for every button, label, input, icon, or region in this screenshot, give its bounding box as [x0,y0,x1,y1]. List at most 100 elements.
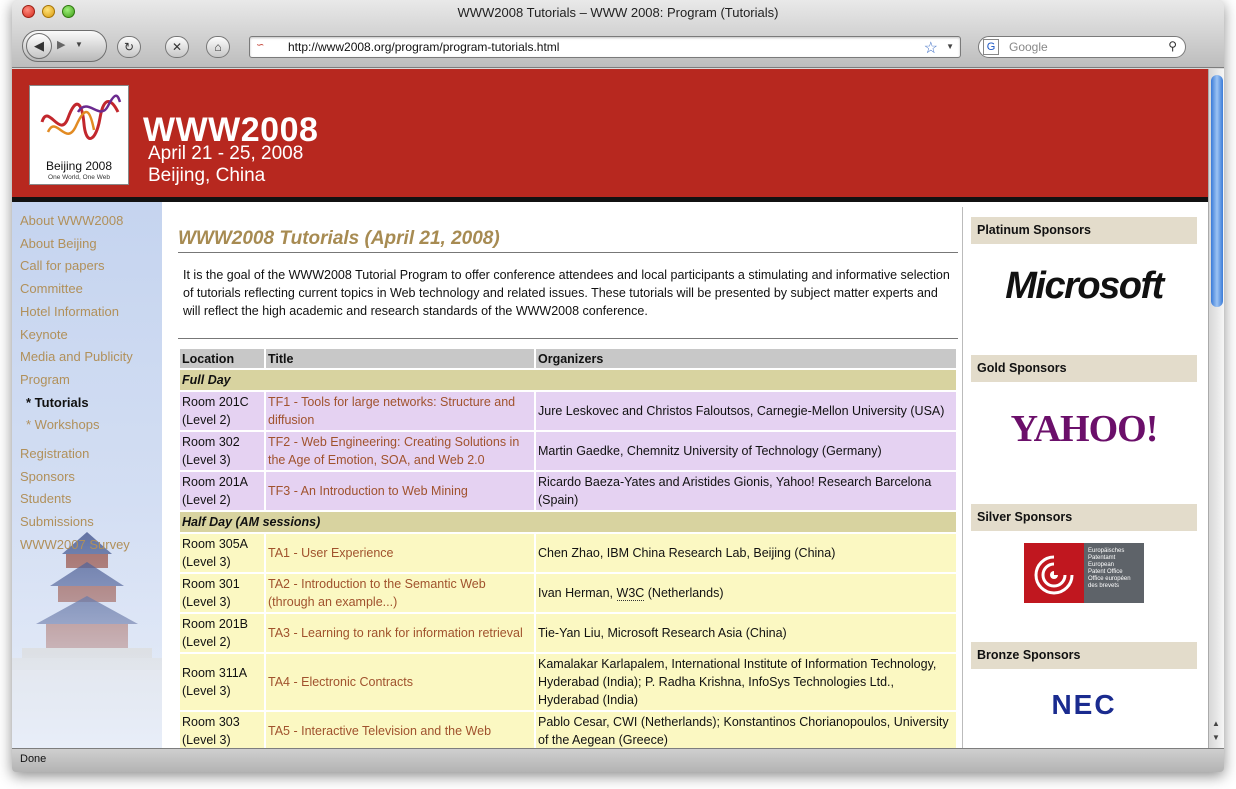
title-divider [178,252,958,253]
organizers-text-suffix: (Netherlands) [644,586,724,600]
nec-logo-text: NEC [1051,689,1117,720]
tutorial-link-ta2[interactable]: TA2 - Introduction to the Semantic Web (… [268,577,486,609]
platinum-sponsors-heading: Platinum Sponsors [971,217,1197,244]
nav-www2007-survey[interactable]: WWW2007 Survey [20,534,133,557]
sidebar-nav: About WWW2008 About Beijing Call for pap… [20,210,133,557]
title-cell: TA4 - Electronic Contracts [266,654,534,710]
history-dropdown-icon[interactable]: ▼ [75,40,83,49]
organizers-cell: Kamalakar Karlapalem, International Inst… [536,654,956,710]
epo-logo-box: Europäisches Patentamt European Patent O… [1024,543,1144,603]
title-cell: TF2 - Web Engineering: Creating Solution… [266,432,534,470]
bronze-sponsors-heading: Bronze Sponsors [971,642,1197,669]
nav-about-beijing[interactable]: About Beijing [20,233,133,256]
nav-tutorials[interactable]: * Tutorials [20,392,133,415]
location-cell: Room 305A (Level 3) [180,534,264,572]
organizers-cell: Ricardo Baeza-Yates and Aristides Gionis… [536,472,956,510]
organizers-cell: Ivan Herman, W3C (Netherlands) [536,574,956,612]
conference-location: Beijing, China [148,165,266,186]
left-sidebar: About WWW2008 About Beijing Call for pap… [12,202,162,748]
site-header: Beijing 2008 One World, One Web WWW2008 … [12,69,1208,197]
nav-program[interactable]: Program [20,369,133,392]
vertical-scrollbar[interactable]: ▲ ▼ [1208,69,1224,748]
logo-city: Beijing 2008 [45,159,113,173]
location-cell: Room 303 (Level 3) [180,712,264,748]
column-header-location: Location [180,349,264,368]
yahoo-logo[interactable]: YAHOO! [971,407,1197,451]
nav-committee[interactable]: Committee [20,278,133,301]
organizers-cell: Chen Zhao, IBM China Research Lab, Beiji… [536,534,956,572]
microsoft-logo[interactable]: Microsoft [971,265,1197,308]
address-bar[interactable]: ∽ http://www2008.org/program/program-tut… [249,36,961,58]
title-cell: TA2 - Introduction to the Semantic Web (… [266,574,534,612]
status-text: Done [20,753,47,765]
tutorial-link-tf3[interactable]: TF3 - An Introduction to Web Mining [268,484,468,498]
tutorial-link-ta4[interactable]: TA4 - Electronic Contracts [268,675,413,689]
nav-call-for-papers[interactable]: Call for papers [20,255,133,278]
browser-window: WWW2008 Tutorials – WWW 2008: Program (T… [12,0,1224,772]
intro-divider [178,338,958,339]
w3c-abbreviation[interactable]: W3C [616,586,645,601]
forward-button[interactable]: ▶ [57,38,65,51]
search-engine-icon[interactable]: G [983,39,999,55]
nav-media-publicity[interactable]: Media and Publicity [20,346,133,369]
column-header-organizers: Organizers [536,349,956,368]
search-input[interactable]: Google [1009,40,1048,54]
title-cell: TA3 - Learning to rank for information r… [266,614,534,652]
home-button[interactable]: ⌂ [206,36,230,58]
location-cell: Room 302 (Level 3) [180,432,264,470]
scroll-up-arrow-icon[interactable]: ▲ [1212,719,1220,728]
url-history-dropdown-icon[interactable]: ▼ [946,42,954,51]
location-cell: Room 311A (Level 3) [180,654,264,710]
section-label: Half Day (AM sessions) [180,512,956,532]
nav-registration[interactable]: Registration [20,443,133,466]
scroll-down-arrow-icon[interactable]: ▼ [1212,733,1220,742]
table-row: Room 311A (Level 3) TA4 - Electronic Con… [180,654,956,710]
section-row-half-day-am: Half Day (AM sessions) [180,512,956,532]
nav-submissions[interactable]: Submissions [20,511,133,534]
nav-sponsors[interactable]: Sponsors [20,466,133,489]
organizers-cell: Pablo Cesar, CWI (Netherlands); Konstant… [536,712,956,748]
organizers-text: Ivan Herman, [538,586,617,600]
browser-titlebar: WWW2008 Tutorials – WWW 2008: Program (T… [12,0,1224,68]
bookmark-star-icon[interactable]: ☆ [924,38,938,58]
tutorial-link-ta1[interactable]: TA1 - User Experience [268,546,394,560]
page-title: WWW2008 Tutorials (April 21, 2008) [178,228,500,249]
tutorial-link-ta3[interactable]: TA3 - Learning to rank for information r… [268,626,523,640]
back-button[interactable]: ◀ [26,33,52,59]
stop-button[interactable]: ✕ [165,36,189,58]
www2008-logo[interactable]: Beijing 2008 One World, One Web [29,85,129,185]
column-header-title: Title [266,349,534,368]
url-text[interactable]: http://www2008.org/program/program-tutor… [288,40,559,54]
table-header-row: Location Title Organizers [180,349,956,368]
location-cell: Room 201C (Level 2) [180,392,264,430]
table-row: Room 303 (Level 3) TA5 - Interactive Tel… [180,712,956,748]
organizers-cell: Tie-Yan Liu, Microsoft Research Asia (Ch… [536,614,956,652]
table-row: Room 301 (Level 3) TA2 - Introduction to… [180,574,956,612]
organizers-cell: Jure Leskovec and Christos Faloutsos, Ca… [536,392,956,430]
logo-ribbon-icon [40,94,122,140]
status-bar: Done [12,748,1224,772]
tutorial-link-ta5[interactable]: TA5 - Interactive Television and the Web [268,724,491,738]
table-row: Room 201A (Level 2) TF3 - An Introductio… [180,472,956,510]
tutorials-table: Location Title Organizers Full Day Room … [178,347,958,748]
search-icon[interactable]: ⚲ [1168,39,1177,53]
table-row: Room 302 (Level 3) TF2 - Web Engineering… [180,432,956,470]
tutorial-link-tf2[interactable]: TF2 - Web Engineering: Creating Solution… [268,435,519,467]
nav-about-www2008[interactable]: About WWW2008 [20,210,133,233]
microsoft-logo-text: Microsoft [1005,265,1164,307]
european-patent-office-logo[interactable]: Europäisches Patentamt European Patent O… [971,543,1197,608]
nec-logo[interactable]: NEC [971,689,1197,721]
search-box[interactable]: G Google ⚲ [978,36,1186,58]
nav-keynote[interactable]: Keynote [20,324,133,347]
tutorial-link-tf1[interactable]: TF1 - Tools for large networks: Structur… [268,395,515,427]
nav-students[interactable]: Students [20,488,133,511]
nav-hotel-information[interactable]: Hotel Information [20,301,133,324]
reload-button[interactable]: ↻ [117,36,141,58]
table-row: Room 201C (Level 2) TF1 - Tools for larg… [180,392,956,430]
nav-workshops[interactable]: * Workshops [20,414,133,437]
conference-dates: April 21 - 25, 2008 [148,143,304,164]
yahoo-logo-text: YAHOO! [1010,408,1159,450]
logo-slogan: One World, One Web [48,174,110,181]
scrollbar-thumb[interactable] [1211,75,1223,307]
title-cell: TA5 - Interactive Television and the Web [266,712,534,748]
